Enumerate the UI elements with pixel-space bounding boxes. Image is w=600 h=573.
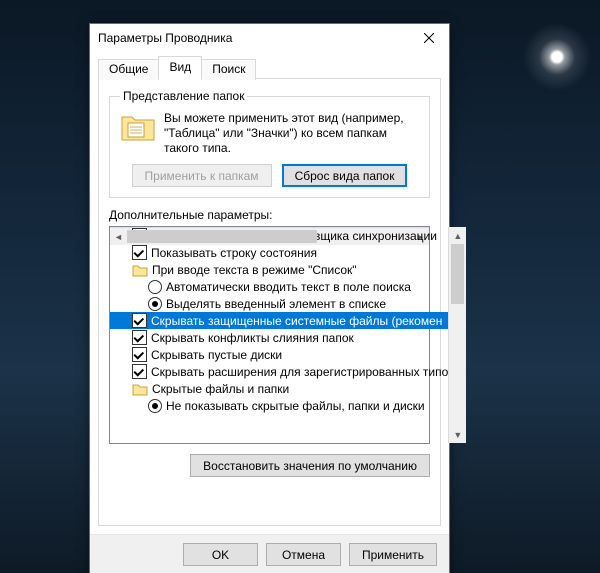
radio-icon[interactable] <box>148 297 162 311</box>
close-button[interactable] <box>409 24 449 52</box>
tree-item-label: Скрывать конфликты слияния папок <box>151 331 354 345</box>
tree-item-label: Не показывать скрытые файлы, папки и дис… <box>166 399 425 413</box>
restore-defaults-button[interactable]: Восстановить значения по умолчанию <box>190 454 430 477</box>
tree-item[interactable]: Скрывать расширения для зарегистрированн… <box>110 363 448 380</box>
tree-item[interactable]: Скрывать пустые диски <box>110 346 448 363</box>
ok-button[interactable]: OK <box>183 543 258 566</box>
scroll-down-icon[interactable]: ▼ <box>449 426 466 443</box>
advanced-label: Дополнительные параметры: <box>109 208 430 222</box>
hscroll-thumb[interactable] <box>127 230 317 243</box>
tree-item-label: Показывать строку состояния <box>151 246 317 260</box>
tree-item[interactable]: Скрывать защищенные системные файлы (рек… <box>110 312 448 329</box>
tree-item[interactable]: Не показывать скрытые файлы, папки и дис… <box>110 397 448 414</box>
apply-to-folders-button: Применить к папкам <box>132 164 272 187</box>
tree-item-label: Скрытые файлы и папки <box>152 382 289 396</box>
tree-item-label: Скрывать расширения для зарегистрированн… <box>151 365 448 379</box>
tree-item-label: Скрывать пустые диски <box>151 348 282 362</box>
tree-item[interactable]: Скрывать конфликты слияния папок <box>110 329 448 346</box>
dialog-title: Параметры Проводника <box>98 31 409 45</box>
close-icon <box>424 33 434 43</box>
folder-views-group: Представление папок Вы можете применить … <box>109 89 430 198</box>
vscroll-thumb[interactable] <box>451 244 464 304</box>
tree-item[interactable]: Автоматически вводить текст в поле поиск… <box>110 278 448 295</box>
folder-options-dialog: Параметры Проводника Общие Вид Поиск Пре… <box>89 23 450 573</box>
advanced-tree[interactable]: Показать уведомления поставщика синхрони… <box>109 226 430 444</box>
horizontal-scrollbar[interactable]: ◄ ► <box>110 227 429 245</box>
checkbox-icon[interactable] <box>132 330 147 345</box>
tree-item-label: Автоматически вводить текст в поле поиск… <box>166 280 411 294</box>
tab-strip: Общие Вид Поиск <box>98 56 441 79</box>
cancel-button[interactable]: Отмена <box>266 543 341 566</box>
tree-item-label: Выделять введенный элемент в списке <box>166 297 386 311</box>
tree-item-label: При вводе текста в режиме "Список" <box>152 263 357 277</box>
checkbox-icon[interactable] <box>132 245 147 260</box>
folder-views-legend: Представление папок <box>120 89 247 103</box>
desktop-wallpaper: Параметры Проводника Общие Вид Поиск Пре… <box>0 0 600 573</box>
vertical-scrollbar[interactable]: ▲ ▼ <box>448 227 466 443</box>
tree-item[interactable]: При вводе текста в режиме "Список" <box>110 261 448 278</box>
radio-icon[interactable] <box>148 280 162 294</box>
tab-general[interactable]: Общие <box>98 59 159 80</box>
tree-item[interactable]: Выделять введенный элемент в списке <box>110 295 448 312</box>
checkbox-icon[interactable] <box>132 347 147 362</box>
apply-button[interactable]: Применить <box>349 543 437 566</box>
scroll-up-icon[interactable]: ▲ <box>449 227 466 244</box>
tree-item-label: Скрывать защищенные системные файлы (рек… <box>151 314 442 328</box>
tree-item[interactable]: Показывать строку состояния <box>110 244 448 261</box>
tab-view[interactable]: Вид <box>158 56 202 79</box>
tree-item[interactable]: Скрытые файлы и папки <box>110 380 448 397</box>
folder-views-text: Вы можете применить этот вид (например, … <box>164 111 419 156</box>
radio-icon[interactable] <box>148 399 162 413</box>
checkbox-icon[interactable] <box>132 313 147 328</box>
checkbox-icon[interactable] <box>132 364 147 379</box>
tab-panel-view: Представление папок Вы можете применить … <box>98 79 441 526</box>
folder-icon <box>120 111 156 143</box>
reset-folders-button[interactable]: Сброс вида папок <box>282 164 408 187</box>
tab-search[interactable]: Поиск <box>201 59 256 80</box>
dialog-button-row: OK Отмена Применить <box>90 534 449 573</box>
titlebar[interactable]: Параметры Проводника <box>90 24 449 52</box>
